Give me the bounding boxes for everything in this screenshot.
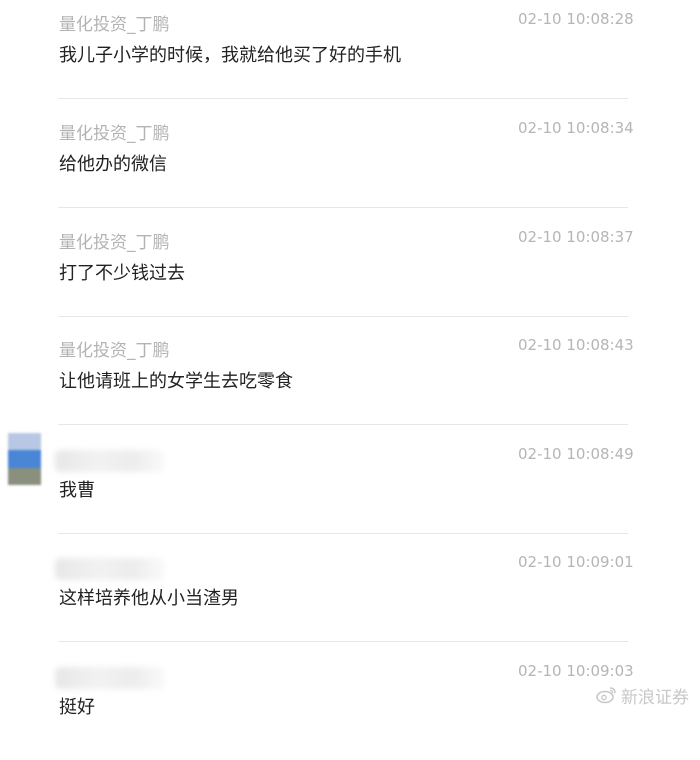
message-divider [58,316,628,317]
message-timestamp: 02-10 10:08:43 [518,336,634,354]
message-text: 我曹 [59,480,95,501]
message-divider [58,207,628,208]
blurred-sender-name [55,558,165,580]
message-text: 给他办的微信 [59,154,167,175]
chat-message: 量化投资_丁鹏 02-10 10:08:43 让他请班上的女学生去吃零食 [0,326,700,434]
message-divider [58,424,628,425]
message-timestamp: 02-10 10:09:03 [518,662,634,680]
chat-message: 02-10 10:09:01 这样培养他从小当渣男 [0,543,700,651]
message-timestamp: 02-10 10:08:37 [518,228,634,246]
message-text: 挺好 [59,697,95,718]
chat-message: 02-10 10:08:49 我曹 [0,435,700,543]
watermark-text: 新浪证券 [621,687,689,708]
message-divider [58,533,628,534]
message-divider [58,641,628,642]
message-timestamp: 02-10 10:08:49 [518,445,634,463]
message-text: 打了不少钱过去 [59,263,185,284]
chat-message: 02-10 10:09:03 挺好 [0,652,700,760]
message-text: 这样培养他从小当渣男 [59,588,239,609]
sender-name: 量化投资_丁鹏 [59,124,170,144]
blurred-sender-name [55,450,165,472]
message-text: 我儿子小学的时候，我就给他买了好的手机 [59,45,401,66]
sender-name: 量化投资_丁鹏 [59,233,170,253]
sender-name: 量化投资_丁鹏 [59,15,170,35]
watermark: 新浪证券 [596,682,689,708]
message-timestamp: 02-10 10:09:01 [518,553,634,571]
chat-log: 量化投资_丁鹏 02-10 10:08:28 我儿子小学的时候，我就给他买了好的… [0,0,700,718]
message-timestamp: 02-10 10:08:28 [518,10,634,28]
message-timestamp: 02-10 10:08:34 [518,119,634,137]
message-text: 让他请班上的女学生去吃零食 [59,371,293,392]
blurred-sender-name [55,667,165,689]
weibo-icon [596,687,616,704]
sender-name: 量化投资_丁鹏 [59,341,170,361]
chat-message: 量化投资_丁鹏 02-10 10:08:28 我儿子小学的时候，我就给他买了好的… [0,0,700,108]
chat-message: 量化投资_丁鹏 02-10 10:08:37 打了不少钱过去 [0,218,700,326]
message-divider [58,98,628,99]
chat-message: 量化投资_丁鹏 02-10 10:08:34 给他办的微信 [0,109,700,217]
